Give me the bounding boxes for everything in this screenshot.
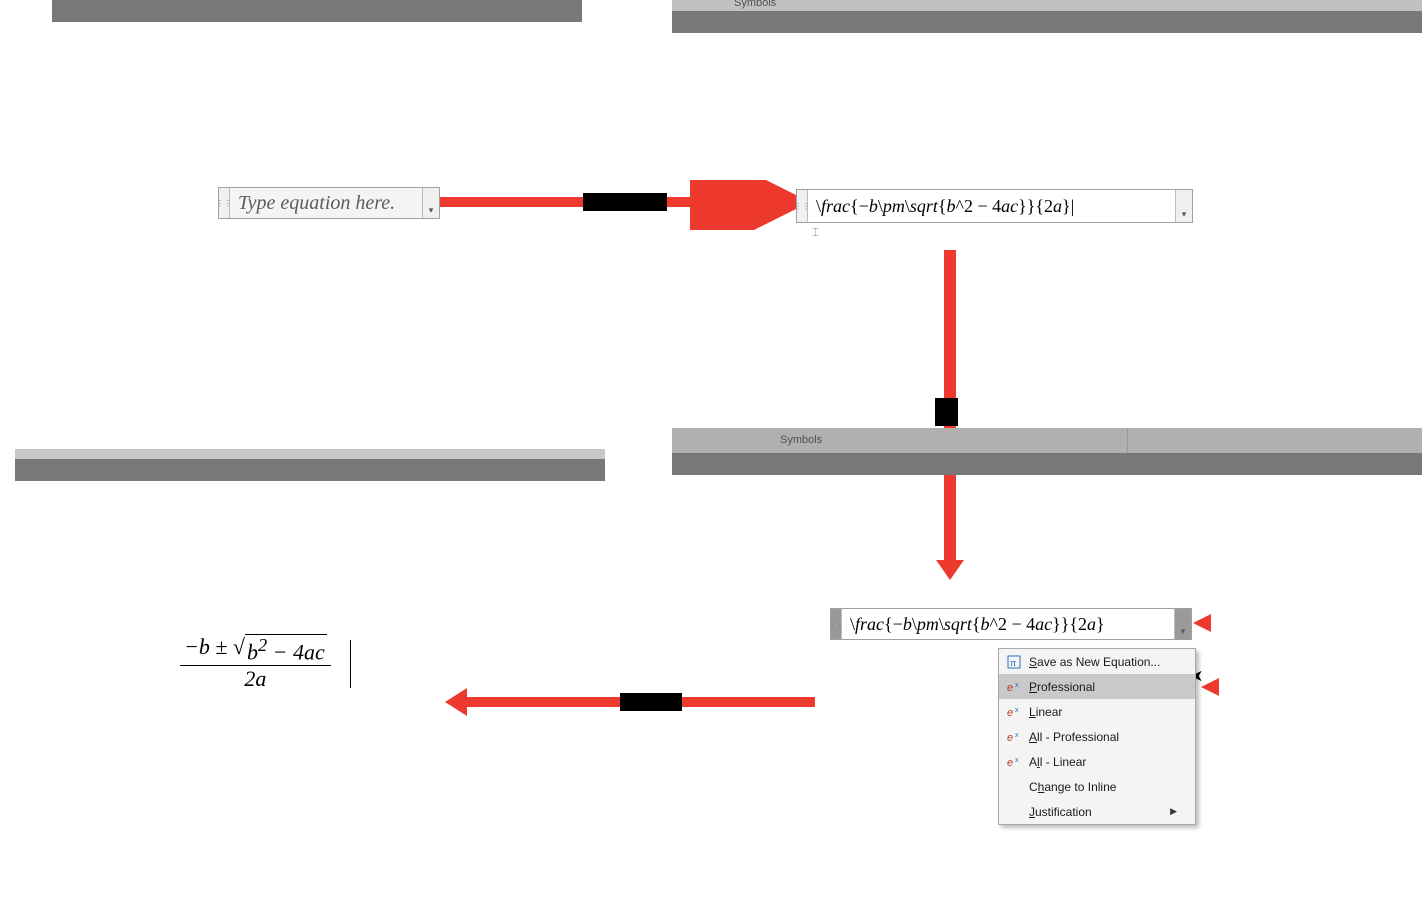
svg-text:x: x: [1015, 707, 1019, 714]
insertion-caret-icon: ⌶: [812, 225, 819, 240]
radicand: b2 − 4ac: [245, 634, 327, 665]
equation-latex-input-box[interactable]: ⋮⋮ \frac{−b\pm\sqrt{b^2 − 4ac}}{2a}| ▾: [796, 189, 1193, 223]
menu-label: Linear: [1025, 705, 1177, 719]
menu-label: Professional: [1025, 680, 1177, 694]
menu-label: All - Linear: [1025, 755, 1177, 769]
redaction-bar-3: [620, 693, 682, 711]
menu-label: Save as New Equation...: [1025, 655, 1177, 669]
save-equation-icon: π: [1003, 655, 1025, 669]
symbols-group-label-mid: Symbols: [780, 434, 822, 446]
equation-grip-icon[interactable]: ⋮⋮: [797, 190, 808, 222]
all-linear-icon: ex: [1003, 755, 1025, 769]
equation-placeholder-box[interactable]: ⋮⋮ Type equation here. ▾: [218, 187, 440, 219]
menu-change-to-inline[interactable]: Change to Inline: [999, 774, 1195, 799]
arrow-point-dropdown: [1193, 608, 1243, 638]
equation-placeholder-text[interactable]: Type equation here.: [230, 188, 422, 218]
menu-professional[interactable]: ex Professional: [999, 674, 1195, 699]
menu-label: All - Professional: [1025, 730, 1177, 744]
fraction-numerator: −b ± √b2 − 4ac: [180, 634, 331, 666]
menu-all-linear[interactable]: ex All - Linear: [999, 749, 1195, 774]
svg-text:e: e: [1007, 732, 1013, 744]
svg-text:e: e: [1007, 682, 1013, 694]
ribbon-strip-top-left: [52, 0, 582, 22]
fraction-denominator: 2a: [180, 666, 331, 692]
text-cursor: [350, 640, 351, 688]
svg-text:e: e: [1007, 757, 1013, 769]
menu-save-new-equation[interactable]: π Save as New Equation...: [999, 649, 1195, 674]
numerator-prefix: −b ±: [184, 634, 233, 659]
equation-grip-icon[interactable]: ⋮⋮: [831, 609, 842, 639]
menu-label: Change to Inline: [1025, 780, 1177, 794]
equation-dropdown-button-open[interactable]: ▾: [1174, 609, 1191, 639]
ribbon-strip-mid-left: [15, 449, 605, 481]
svg-text:π: π: [1010, 658, 1016, 668]
menu-label: Justification: [1025, 805, 1170, 819]
menu-linear[interactable]: ex Linear: [999, 699, 1195, 724]
equation-rendered-result: −b ± √b2 − 4ac 2a: [180, 634, 331, 692]
symbols-group-label-top: Symbols: [734, 0, 776, 9]
equation-dropdown-button[interactable]: ▾: [422, 188, 439, 218]
redaction-bar-2: [935, 398, 958, 426]
sqrt-expression: √b2 − 4ac: [233, 634, 327, 665]
svg-text:x: x: [1015, 732, 1019, 739]
arrow-point-professional: [1201, 672, 1251, 702]
svg-text:x: x: [1015, 757, 1019, 764]
equation-latex-text[interactable]: \frac{−b\pm\sqrt{b^2 − 4ac}}{2a}|: [808, 190, 1175, 222]
ribbon-strip-mid-right: Symbols: [672, 428, 1422, 475]
equation-context-menu: π Save as New Equation... ex Professiona…: [998, 648, 1196, 825]
redaction-bar-1: [583, 193, 667, 211]
menu-all-professional[interactable]: ex All - Professional: [999, 724, 1195, 749]
equation-dropdown-button[interactable]: ▾: [1175, 190, 1192, 222]
submenu-arrow-icon: ▶: [1170, 806, 1177, 817]
equation-selected-text[interactable]: \frac{−b\pm\sqrt{b^2 − 4ac}}{2a}: [842, 609, 1174, 639]
menu-justification[interactable]: Justification ▶: [999, 799, 1195, 824]
ribbon-strip-top-right-group: Symbols: [672, 0, 1422, 33]
equation-selected-box[interactable]: ⋮⋮ \frac{−b\pm\sqrt{b^2 − 4ac}}{2a} ▾: [830, 608, 1192, 640]
equation-grip-icon[interactable]: ⋮⋮: [219, 188, 230, 218]
linear-icon: ex: [1003, 705, 1025, 719]
svg-text:x: x: [1015, 682, 1019, 689]
all-professional-icon: ex: [1003, 730, 1025, 744]
professional-icon: ex: [1003, 680, 1025, 694]
svg-text:e: e: [1007, 707, 1013, 719]
